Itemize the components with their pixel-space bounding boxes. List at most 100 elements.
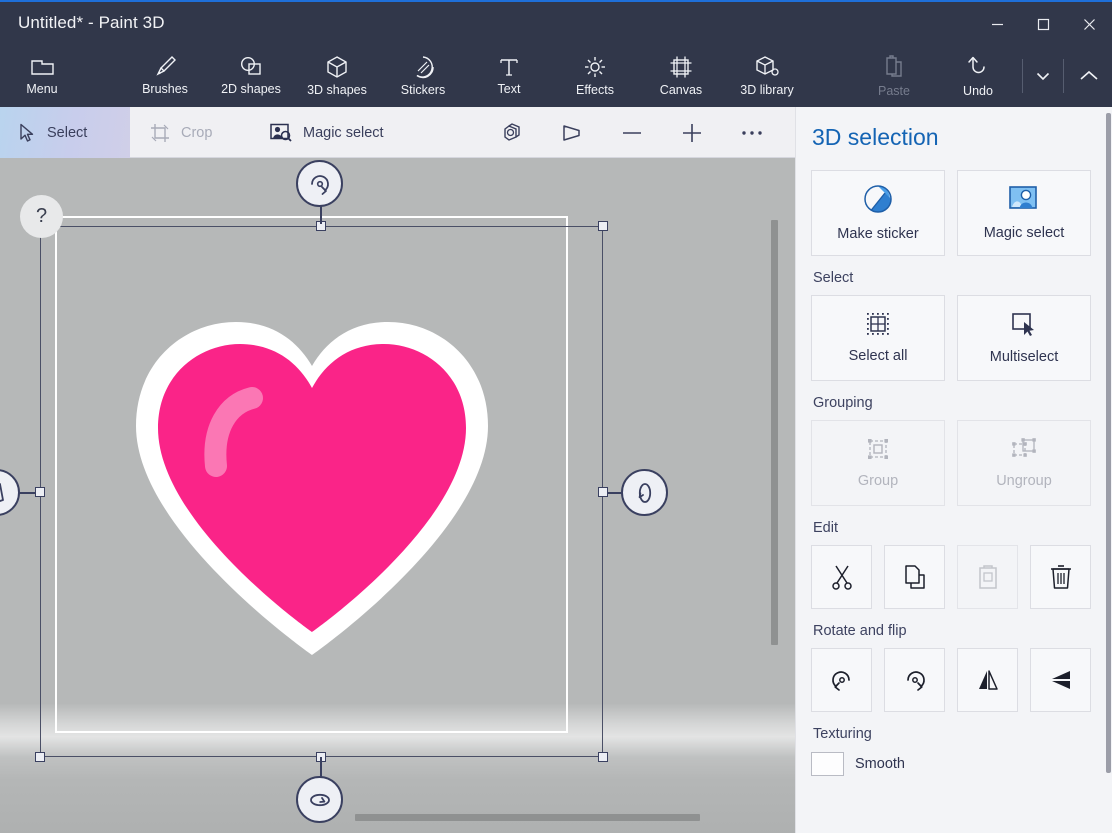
primary-tile-row: Make sticker Magic select [811, 170, 1091, 256]
smooth-checkbox-row[interactable]: Smooth [811, 752, 1091, 776]
delete-button[interactable] [1030, 545, 1091, 609]
select-toolbar: Select Crop Magic select [0, 107, 795, 158]
perspective-view-icon[interactable] [546, 107, 598, 158]
multiselect-icon [1011, 311, 1037, 341]
rotate-left-handle[interactable] [0, 469, 20, 516]
rotate-y-handle[interactable] [296, 776, 343, 823]
make-sticker-label: Make sticker [837, 226, 919, 242]
tool-magic-select-label: Magic select [303, 124, 384, 141]
paint3d-window: Untitled* - Paint 3D Menu Brushes 2D sha… [0, 0, 1112, 833]
handle-middle-right[interactable] [598, 487, 608, 497]
cut-button[interactable] [811, 545, 872, 609]
ribbon-divider-1 [1022, 58, 1023, 93]
select-all-button[interactable]: Select all [811, 295, 945, 381]
flip-horizontal-icon [975, 667, 1001, 693]
3d-shapes-icon [325, 55, 349, 79]
2d-shapes-icon [238, 55, 264, 78]
ungroup-label: Ungroup [996, 473, 1052, 489]
folder-icon [30, 56, 55, 78]
ribbon-item-2d-shapes[interactable]: 2D shapes [208, 44, 294, 107]
handle-top-right[interactable] [598, 221, 608, 231]
3d-library-icon [755, 55, 780, 79]
minimize-button[interactable] [974, 4, 1020, 44]
panel-scrollbar-track[interactable] [1105, 107, 1112, 833]
close-button[interactable] [1066, 4, 1112, 44]
ribbon-label: Paste [878, 83, 910, 98]
group-button[interactable]: Group [811, 420, 945, 506]
make-sticker-button[interactable]: Make sticker [811, 170, 945, 256]
handle-bottom-right[interactable] [598, 752, 608, 762]
cut-icon [830, 564, 854, 590]
ungroup-button[interactable]: Ungroup [957, 420, 1091, 506]
chevron-up-icon[interactable] [1066, 44, 1112, 107]
select-all-icon [866, 312, 890, 340]
ribbon-item-3d-shapes[interactable]: 3D shapes [294, 44, 380, 107]
group-icon [866, 437, 890, 465]
rotate-x-handle[interactable] [296, 160, 343, 207]
undo-icon [966, 54, 990, 81]
help-label: ? [35, 205, 48, 227]
ribbon-item-brushes[interactable]: Brushes [122, 44, 208, 107]
canvas-workspace[interactable]: ? [0, 158, 795, 833]
ribbon-label: Stickers [400, 82, 446, 97]
handle-middle-left[interactable] [35, 487, 45, 497]
flip-vertical-button[interactable] [1030, 648, 1091, 712]
paste-icon [883, 54, 905, 81]
ribbon-label: Menu [26, 81, 58, 96]
copy-button[interactable] [884, 545, 945, 609]
rotate-left-button[interactable] [811, 648, 872, 712]
ribbon-item-menu[interactable]: Menu [0, 44, 84, 107]
maximize-button[interactable] [1020, 4, 1066, 44]
title-bar: Untitled* - Paint 3D [0, 0, 1112, 44]
tool-select[interactable]: Select [18, 107, 87, 158]
magic-select-icon [270, 123, 292, 142]
chevron-down-icon[interactable] [1025, 44, 1061, 107]
rotate-right-icon [902, 667, 928, 693]
zoom-out-icon[interactable] [606, 107, 658, 158]
select-tile-row: Select all Multiselect [811, 295, 1091, 381]
rotate-z-handle[interactable] [621, 469, 668, 516]
handle-bottom-left[interactable] [35, 752, 45, 762]
zoom-in-icon[interactable] [666, 107, 718, 158]
section-label-edit: Edit [813, 520, 838, 536]
rotate-right-button[interactable] [884, 648, 945, 712]
flip-horizontal-button[interactable] [957, 648, 1018, 712]
ribbon-item-canvas[interactable]: Canvas [638, 44, 724, 107]
panel-scrollbar-thumb[interactable] [1106, 113, 1111, 773]
3d-view-icon[interactable] [487, 107, 539, 158]
ribbon-paste-button[interactable]: Paste [852, 44, 936, 107]
select-all-label: Select all [848, 348, 908, 364]
group-label: Group [857, 473, 899, 489]
ribbon-item-3d-library[interactable]: 3D library [724, 44, 810, 107]
ribbon-divider-2 [1063, 58, 1064, 93]
rotate-flip-button-row [811, 648, 1091, 712]
ribbon-item-effects[interactable]: Effects [552, 44, 638, 107]
tool-magic-select[interactable]: Magic select [270, 107, 384, 158]
section-label-grouping: Grouping [813, 395, 873, 411]
section-label-texturing: Texturing [813, 726, 872, 742]
paste-icon [977, 564, 999, 590]
ribbon-item-stickers[interactable]: Stickers [380, 44, 466, 107]
brush-icon [153, 55, 178, 78]
ribbon-item-text[interactable]: Text [466, 44, 552, 107]
ribbon-label: Effects [576, 82, 614, 97]
multiselect-button[interactable]: Multiselect [957, 295, 1091, 381]
more-options-icon[interactable] [726, 107, 778, 158]
ribbon-label: Canvas [659, 82, 703, 97]
tool-crop[interactable]: Crop [150, 107, 212, 158]
heart-sticker[interactable] [112, 300, 512, 670]
ribbon-undo-button[interactable]: Undo [936, 44, 1020, 107]
horizontal-scrollbar[interactable] [355, 814, 700, 821]
magic-select-icon [1008, 185, 1040, 217]
paste-button[interactable] [957, 545, 1018, 609]
rotate-left-icon [829, 667, 855, 693]
smooth-checkbox[interactable] [811, 752, 844, 776]
ribbon-label: 3D library [740, 82, 794, 97]
magic-select-label: Magic select [983, 225, 1065, 241]
edit-button-row [811, 545, 1091, 609]
ribbon-label: Text [497, 81, 521, 96]
vertical-scrollbar[interactable] [771, 220, 778, 645]
magic-select-button[interactable]: Magic select [957, 170, 1091, 256]
help-button[interactable]: ? [20, 195, 63, 238]
ribbon-toolbar: Menu Brushes 2D shapes 3D shapes Sticker… [0, 44, 1112, 107]
